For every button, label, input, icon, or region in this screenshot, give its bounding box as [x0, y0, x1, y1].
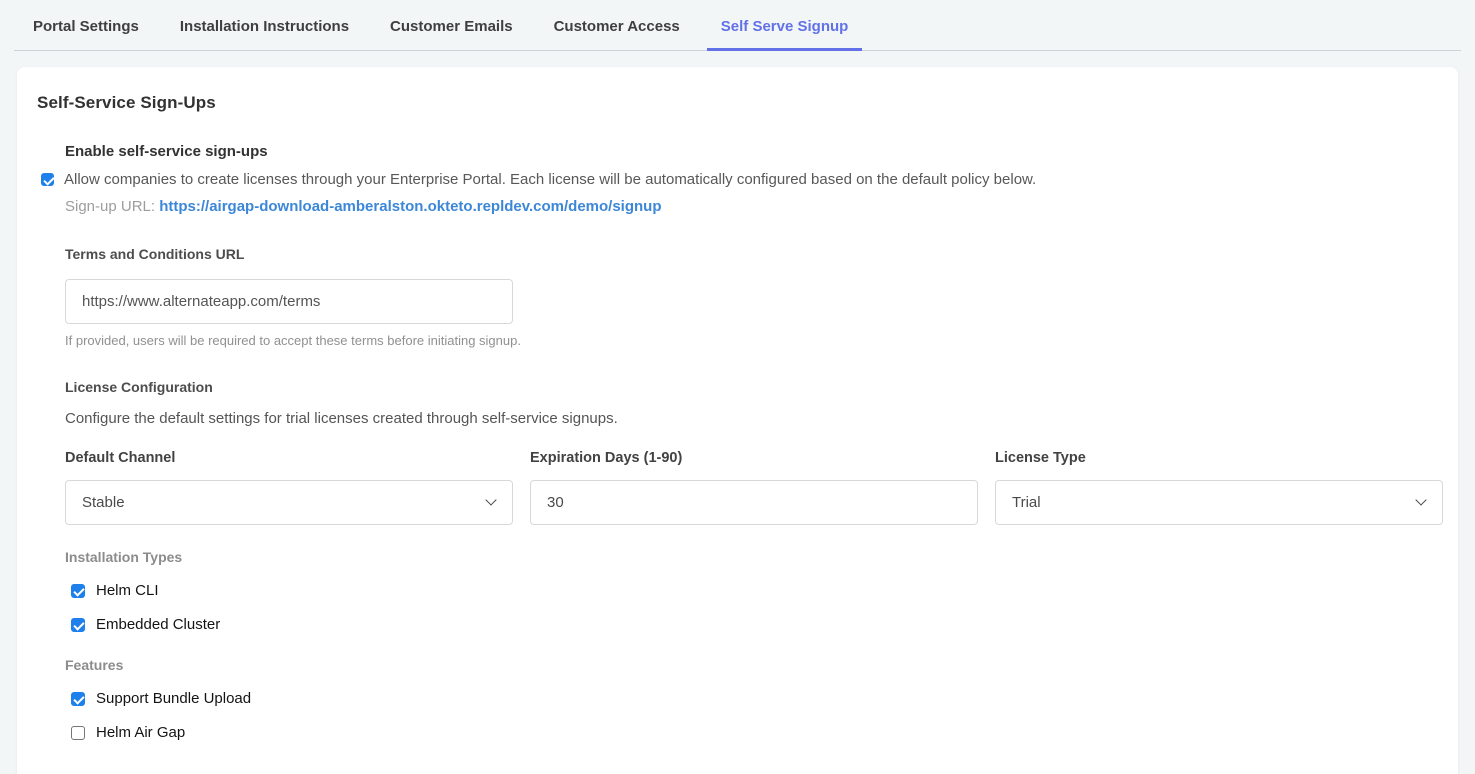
tab-self-serve-signup[interactable]: Self Serve Signup: [707, 0, 863, 51]
installation-type-row-helm-cli: Helm CLI: [71, 582, 1438, 599]
enable-signups-checkbox[interactable]: [41, 173, 54, 186]
enable-signups-description: Allow companies to create licenses throu…: [64, 170, 1036, 190]
tab-customer-access[interactable]: Customer Access: [540, 0, 694, 51]
default-channel-select[interactable]: Stable: [65, 480, 513, 525]
page-title: Self-Service Sign-Ups: [37, 93, 1438, 113]
support-bundle-upload-checkbox[interactable]: [71, 692, 85, 706]
installation-types-label: Installation Types: [65, 549, 1438, 565]
helm-cli-checkbox[interactable]: [71, 584, 85, 598]
features-label: Features: [65, 657, 1438, 673]
expiration-days-input[interactable]: [530, 480, 978, 525]
terms-url-label: Terms and Conditions URL: [65, 246, 1438, 262]
license-type-label: License Type: [995, 450, 1443, 466]
default-channel-field: Default Channel Stable: [65, 450, 513, 525]
tab-customer-emails[interactable]: Customer Emails: [376, 0, 527, 51]
helm-cli-label: Helm CLI: [96, 582, 159, 599]
tab-installation-instructions[interactable]: Installation Instructions: [166, 0, 363, 51]
signup-url-label: Sign-up URL:: [65, 198, 155, 215]
default-channel-label: Default Channel: [65, 450, 513, 466]
signup-settings-section: Enable self-service sign-ups Allow compa…: [65, 143, 1438, 741]
terms-url-input[interactable]: [65, 279, 513, 324]
signup-url-line: Sign-up URL: https://airgap-download-amb…: [65, 198, 1438, 215]
license-config-grid: Default Channel Stable Expiration Days (…: [65, 450, 1438, 525]
license-type-field: License Type Trial: [995, 450, 1443, 525]
helm-air-gap-checkbox[interactable]: [71, 726, 85, 740]
settings-tab-bar: Portal Settings Installation Instruction…: [14, 0, 1461, 51]
enable-signups-row: Allow companies to create licenses throu…: [41, 170, 1438, 190]
license-configuration-label: License Configuration: [65, 379, 1438, 395]
tab-portal-settings[interactable]: Portal Settings: [19, 0, 153, 51]
license-type-select[interactable]: Trial: [995, 480, 1443, 525]
license-configuration-description: Configure the default settings for trial…: [65, 410, 1438, 427]
installation-type-row-embedded-cluster: Embedded Cluster: [71, 616, 1438, 633]
support-bundle-upload-label: Support Bundle Upload: [96, 690, 251, 707]
feature-row-helm-air-gap: Helm Air Gap: [71, 724, 1438, 741]
signup-url-link[interactable]: https://airgap-download-amberalston.okte…: [159, 198, 661, 215]
helm-air-gap-label: Helm Air Gap: [96, 724, 185, 741]
embedded-cluster-checkbox[interactable]: [71, 618, 85, 632]
expiration-days-field: Expiration Days (1-90): [530, 450, 978, 525]
enable-signups-heading: Enable self-service sign-ups: [65, 143, 1438, 160]
terms-url-helper: If provided, users will be required to a…: [65, 333, 1438, 348]
embedded-cluster-label: Embedded Cluster: [96, 616, 220, 633]
feature-row-support-bundle-upload: Support Bundle Upload: [71, 690, 1438, 707]
self-serve-signup-panel: Self-Service Sign-Ups Enable self-servic…: [17, 67, 1458, 774]
expiration-days-label: Expiration Days (1-90): [530, 450, 978, 466]
